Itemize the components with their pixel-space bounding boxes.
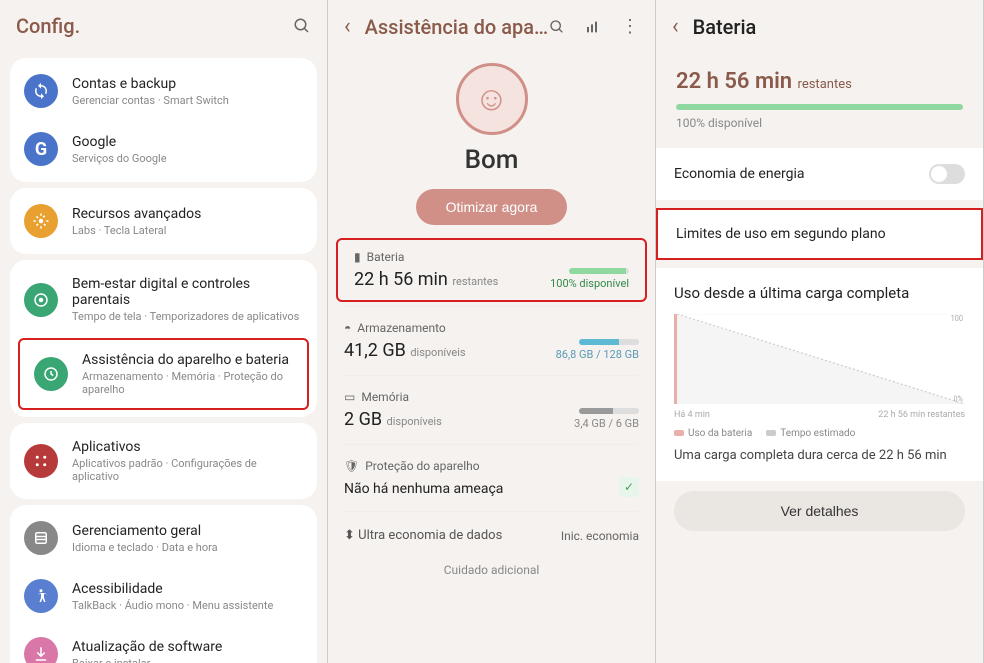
more-icon[interactable]: ⋮ — [621, 16, 639, 37]
page-title: Bateria — [693, 15, 967, 39]
settings-group: Bem-estar digital e controles parentais … — [10, 260, 317, 417]
battery-row-highlight: ▮ Bateria 22 h 56 min restantes 100% dis… — [336, 238, 647, 302]
additional-care-label: Cuidado adicional — [328, 555, 655, 585]
usage-chart: 100 0% — [674, 314, 965, 404]
memory-bar — [579, 408, 639, 414]
settings-group: Recursos avançados Labs · Tecla Lateral — [10, 188, 317, 254]
chart-legend: Uso da bateria Tempo estimado — [674, 428, 965, 439]
search-icon[interactable] — [549, 19, 565, 35]
settings-item[interactable]: Aplicativos Aplicativos padrão · Configu… — [10, 427, 317, 495]
adv-icon — [24, 204, 58, 238]
battery-bar — [569, 268, 629, 274]
storage-row[interactable]: ◓ Armazenamento 41,2 GB disponíveis 86,8… — [328, 311, 655, 371]
sync-icon — [24, 74, 58, 108]
battery-row[interactable]: ▮ Bateria 22 h 56 min restantes 100% dis… — [338, 240, 645, 300]
back-icon[interactable]: ‹ — [672, 14, 679, 39]
settings-item[interactable]: Assistência do aparelho e bateria Armaze… — [20, 340, 307, 408]
chart-icon[interactable] — [585, 19, 601, 35]
status-text: Bom — [328, 145, 655, 175]
battery-level-bar — [676, 104, 963, 110]
status-face-section: ☺ Bom Otimizar agora — [328, 53, 655, 235]
settings-item[interactable]: G Google Serviços do Google — [10, 120, 317, 178]
page-title: Assistência do apar… — [365, 15, 549, 39]
page-title: Config. — [16, 14, 293, 38]
smiley-icon: ☺ — [456, 63, 528, 135]
G-icon: G — [24, 132, 58, 166]
usage-section: Uso desde a última carga completa 100 0%… — [656, 268, 983, 481]
storage-bar — [579, 339, 639, 345]
settings-item[interactable]: Gerenciamento geral Idioma e teclado · D… — [10, 509, 317, 567]
acc-icon — [24, 579, 58, 613]
gen-icon — [24, 521, 58, 555]
usage-title: Uso desde a última carga completa — [674, 284, 965, 302]
svg-text:100: 100 — [951, 314, 963, 323]
protection-row[interactable]: 🛡 Proteção do aparelho Não há nenhuma am… — [328, 449, 655, 507]
settings-group: Gerenciamento geral Idioma e teclado · D… — [10, 505, 317, 663]
shield-icon: 🛡 — [344, 459, 359, 473]
settings-item[interactable]: Bem-estar digital e controles parentais … — [10, 264, 317, 335]
storage-icon: ◓ — [344, 321, 351, 335]
svg-text:0%: 0% — [954, 394, 964, 403]
settings-item[interactable]: Recursos avançados Labs · Tecla Lateral — [10, 192, 317, 250]
battery-panel: ‹ Bateria 22 h 56 min restantes 100% dis… — [656, 0, 984, 663]
apps-icon — [24, 444, 58, 478]
device-care-panel: ‹ Assistência do apar… ⋮ ☺ Bom Otimizar … — [328, 0, 656, 663]
power-saving-row[interactable]: Economia de energia — [656, 148, 983, 200]
charge-duration-text: Uma carga completa dura cerca de 22 h 56… — [674, 447, 965, 465]
header: ‹ Assistência do apar… ⋮ — [328, 0, 655, 53]
well-icon — [24, 283, 58, 317]
settings-group: Contas e backup Gerenciar contas · Smart… — [10, 58, 317, 182]
battery-icon: ▮ — [354, 250, 361, 264]
optimize-button[interactable]: Otimizar agora — [416, 189, 568, 225]
power-saving-toggle[interactable] — [929, 164, 965, 184]
data-icon: ⬍ — [344, 528, 355, 543]
highlighted-item: Assistência do aparelho e bateria Armaze… — [18, 338, 309, 410]
start-saving-button[interactable]: Inic. economia — [561, 529, 639, 543]
view-details-button[interactable]: Ver detalhes — [674, 491, 965, 531]
ultra-data-row[interactable]: ⬍ Ultra economia de dados Inic. economia — [328, 516, 655, 555]
search-icon[interactable] — [293, 17, 311, 35]
settings-item[interactable]: Atualização de software Baixar e instala… — [10, 625, 317, 663]
bg-limits-row[interactable]: Limites de uso em segundo plano — [656, 208, 983, 260]
memory-row[interactable]: ▭ Memória 2 GB disponíveis 3,4 GB / 6 GB — [328, 380, 655, 440]
settings-group: Aplicativos Aplicativos padrão · Configu… — [10, 423, 317, 499]
shield-check-icon: ✓ — [619, 477, 639, 497]
settings-item[interactable]: Contas e backup Gerenciar contas · Smart… — [10, 62, 317, 120]
battery-summary: 22 h 56 min restantes 100% disponível — [656, 53, 983, 140]
settings-panel: Config. Contas e backup Gerenciar contas… — [0, 0, 328, 663]
memory-icon: ▭ — [344, 390, 355, 404]
settings-item[interactable]: Acessibilidade TalkBack · Áudio mono · M… — [10, 567, 317, 625]
header: ‹ Bateria — [656, 0, 983, 53]
back-icon[interactable]: ‹ — [344, 14, 351, 39]
upd-icon — [24, 637, 58, 663]
header: Config. — [0, 0, 327, 52]
care-icon — [34, 357, 68, 391]
